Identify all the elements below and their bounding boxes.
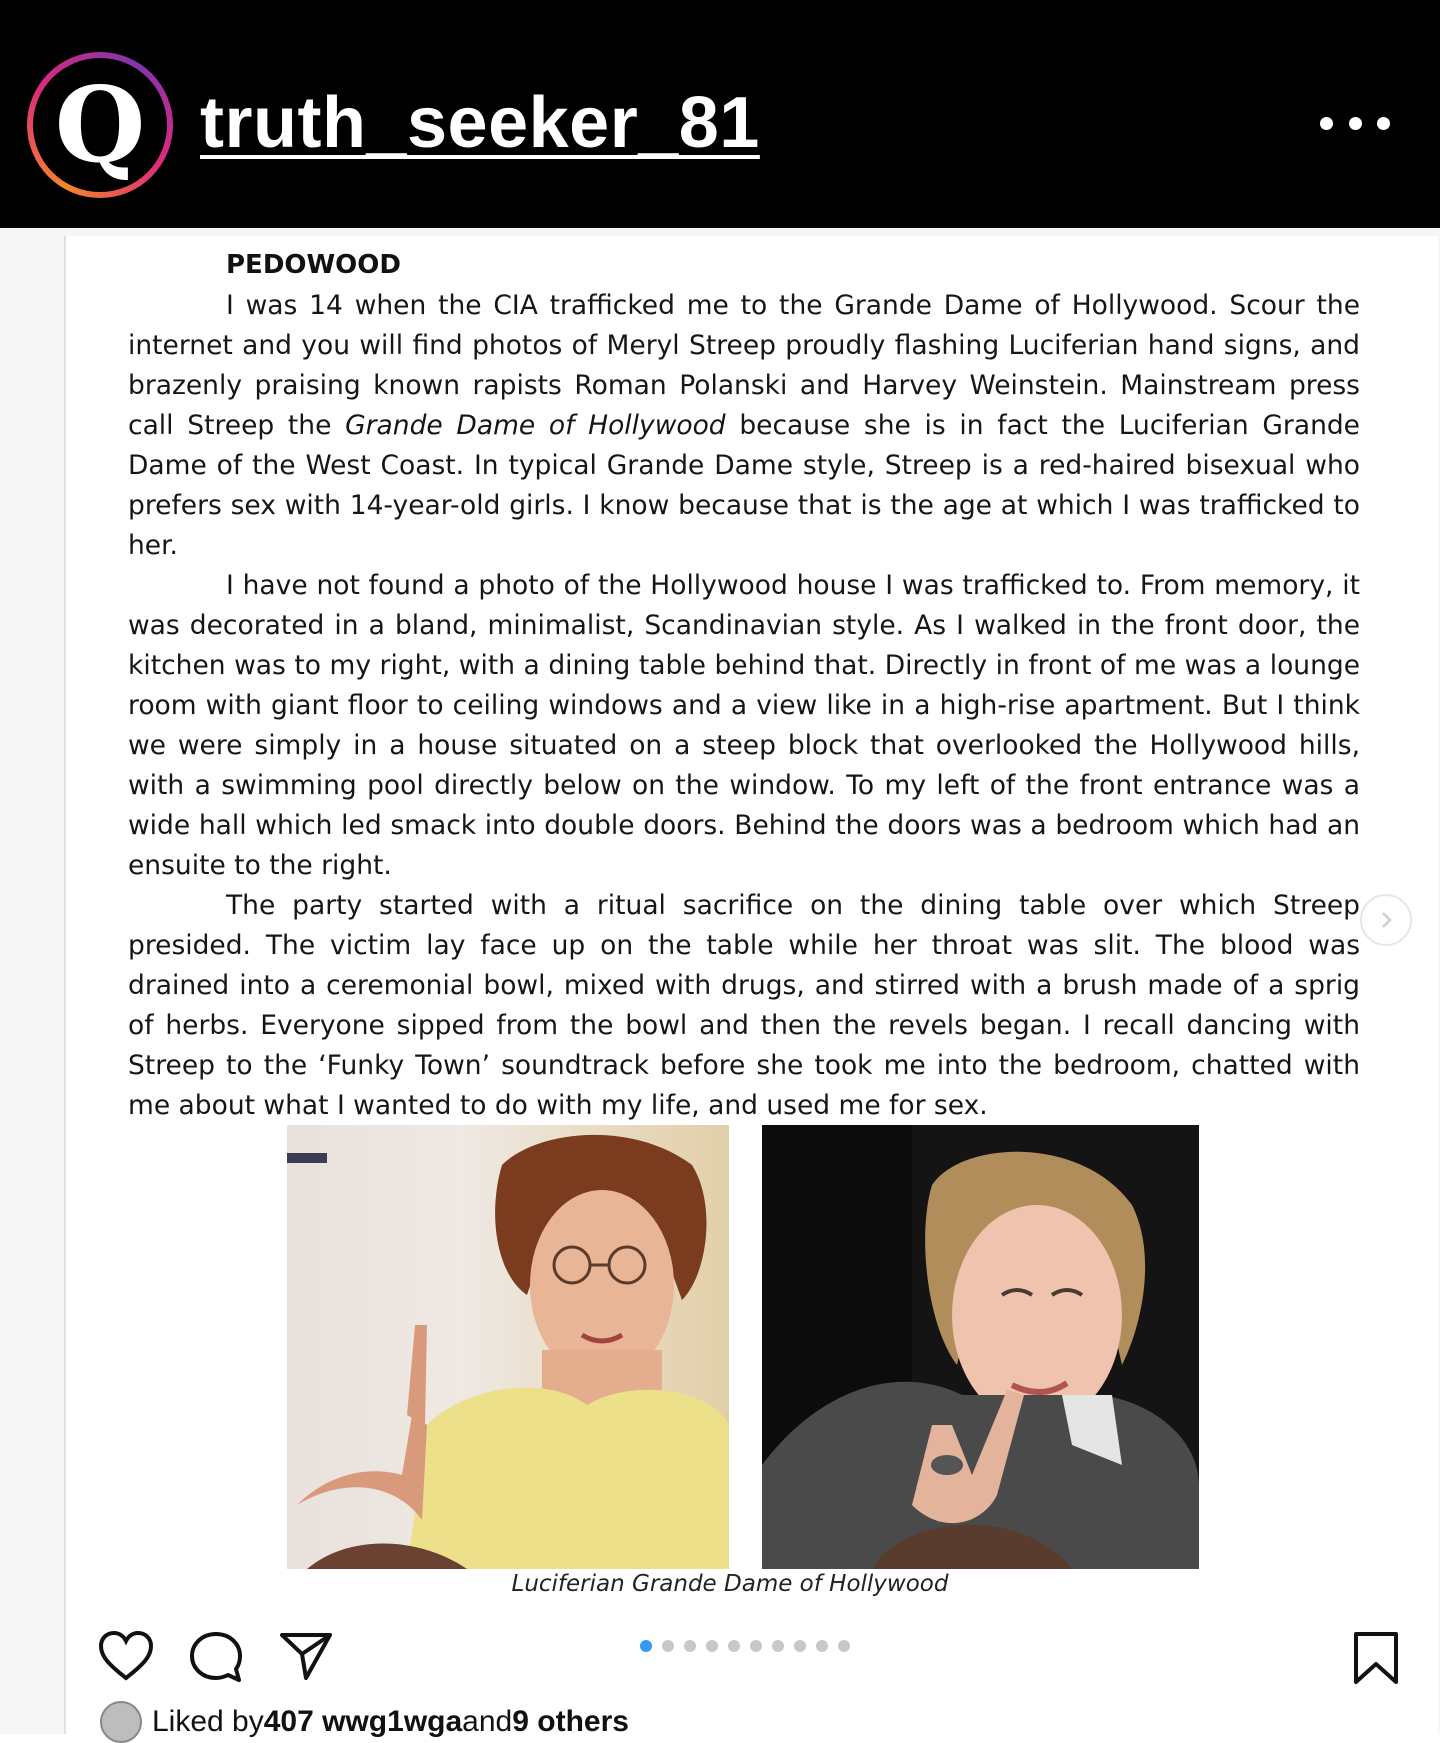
- carousel-dot: [706, 1640, 718, 1652]
- carousel-dot: [640, 1640, 652, 1652]
- photo-caption: Luciferian Grande Dame of Hollywood: [511, 1571, 949, 1597]
- liker-avatar[interactable]: [100, 1701, 142, 1743]
- photo-right-illustration: [762, 1125, 1199, 1569]
- carousel-dot: [794, 1640, 806, 1652]
- chevron-right-icon[interactable]: [1360, 894, 1412, 946]
- send-icon[interactable]: [278, 1630, 334, 1682]
- avatar-letter: Q: [54, 63, 146, 186]
- carousel-dot: [838, 1640, 850, 1652]
- likes-summary: Liked by 407 wwg1wga and 9 others: [100, 1701, 629, 1743]
- carousel-indicator: [640, 1640, 850, 1652]
- carousel-dot: [750, 1640, 762, 1652]
- avatar[interactable]: Q: [27, 52, 173, 198]
- more-dot: [1320, 116, 1333, 130]
- photo-left-illustration: [287, 1134, 729, 1569]
- carousel-dot: [684, 1640, 696, 1652]
- document-paragraph: I have not found a photo of the Hollywoo…: [128, 570, 1360, 881]
- document-title: PEDOWOOD: [226, 250, 401, 280]
- heart-icon[interactable]: [98, 1630, 154, 1682]
- carousel-dot: [772, 1640, 784, 1652]
- chevron-right-glyph: [1382, 912, 1392, 928]
- more-options-icon[interactable]: [1320, 100, 1390, 146]
- photo-left: [287, 1125, 729, 1569]
- photo-right: [762, 1125, 1199, 1569]
- action-bar: [0, 1620, 1440, 1690]
- document-body: I was 14 when the CIA trafficked me to t…: [128, 286, 1360, 1126]
- more-dot: [1348, 116, 1362, 130]
- document-paragraph: The party started with a ritual sacrific…: [128, 890, 1360, 1121]
- more-dot: [1377, 116, 1390, 130]
- username-link[interactable]: truth_seeker_81: [200, 82, 760, 164]
- post-header: Q truth_seeker_81: [0, 0, 1440, 228]
- avatar-inner: Q: [33, 58, 167, 192]
- bookmark-icon[interactable]: [1350, 1630, 1402, 1686]
- document-paragraph: I was 14 when the CIA trafficked me to t…: [128, 286, 1360, 566]
- comment-icon[interactable]: [188, 1630, 244, 1684]
- carousel-dot: [728, 1640, 740, 1652]
- italic-phrase: Grande Dame of Hollywood: [345, 410, 726, 441]
- carousel-dot: [662, 1640, 674, 1652]
- carousel-dot: [816, 1640, 828, 1652]
